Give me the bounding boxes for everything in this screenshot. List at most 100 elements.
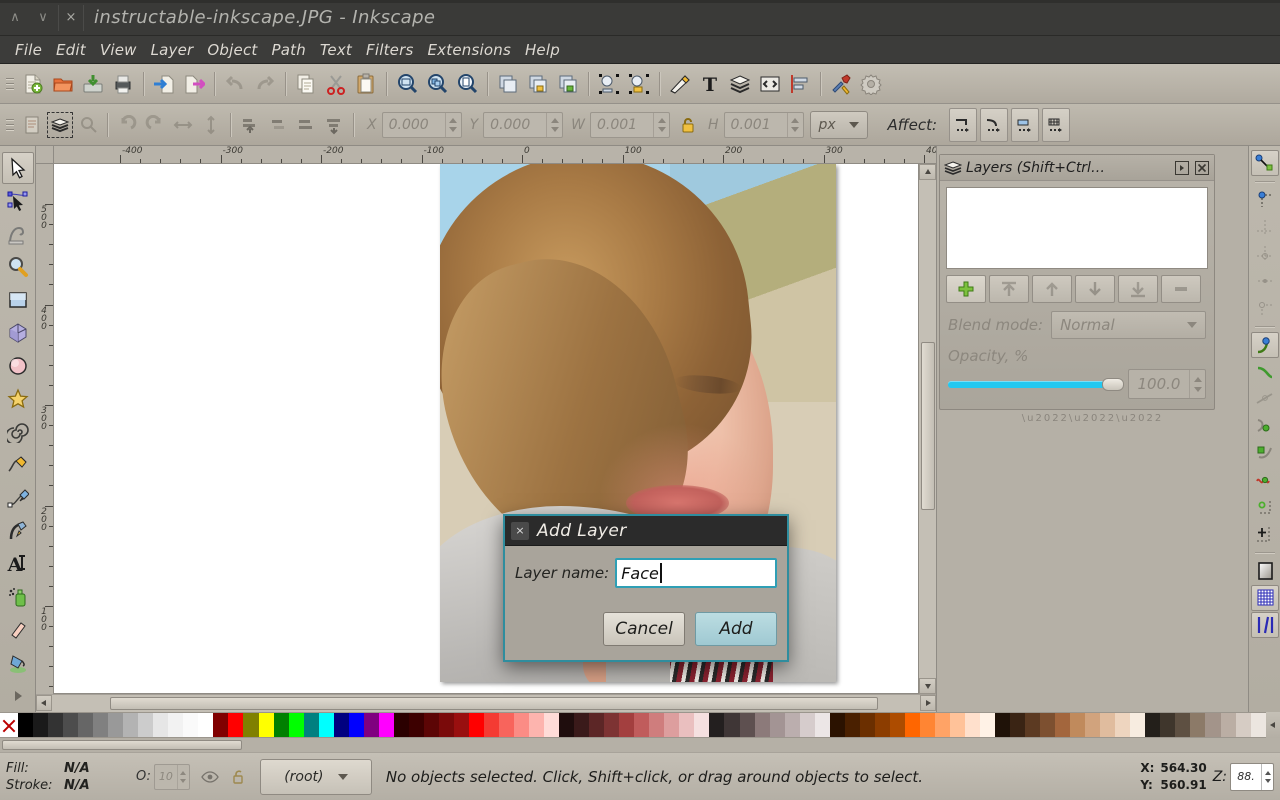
layer-name-input[interactable]: Face bbox=[615, 558, 777, 588]
color-swatch[interactable] bbox=[770, 713, 785, 737]
rotate-ccw-button[interactable] bbox=[113, 111, 141, 139]
snap-paths-button[interactable] bbox=[1251, 359, 1279, 385]
color-swatch[interactable] bbox=[664, 713, 679, 737]
lower-layer-to-bottom-button[interactable] bbox=[1118, 275, 1158, 303]
layer-list[interactable] bbox=[946, 187, 1208, 269]
preferences-button[interactable] bbox=[826, 69, 856, 99]
color-swatch[interactable] bbox=[980, 713, 995, 737]
color-swatch[interactable] bbox=[709, 713, 724, 737]
w-stepper[interactable] bbox=[653, 113, 669, 137]
affect-patterns-button[interactable] bbox=[1042, 108, 1070, 142]
zoom-input[interactable] bbox=[1231, 764, 1261, 790]
rectangle-tool[interactable] bbox=[2, 284, 34, 316]
color-swatch[interactable] bbox=[1145, 713, 1160, 737]
color-swatch[interactable] bbox=[1251, 713, 1266, 737]
lock-icon[interactable] bbox=[674, 111, 702, 139]
ungroup-button[interactable] bbox=[553, 69, 583, 99]
zoom-tool[interactable] bbox=[2, 251, 34, 283]
color-swatch[interactable] bbox=[123, 713, 138, 737]
color-swatch[interactable] bbox=[1160, 713, 1175, 737]
flip-horizontal-button[interactable] bbox=[169, 111, 197, 139]
zoom-page-button[interactable] bbox=[452, 69, 482, 99]
deselect-button[interactable] bbox=[74, 111, 102, 139]
x-field[interactable] bbox=[382, 112, 462, 138]
export-button[interactable] bbox=[179, 69, 209, 99]
snap-smooth-nodes-button[interactable] bbox=[1251, 440, 1279, 466]
color-swatch[interactable] bbox=[484, 713, 499, 737]
y-stepper[interactable] bbox=[546, 113, 562, 137]
document-properties-button[interactable] bbox=[856, 69, 886, 99]
vertical-ruler[interactable]: 500400300200100 bbox=[36, 164, 54, 694]
scroll-right-button[interactable] bbox=[920, 695, 936, 711]
snap-bbox-midpoints-button[interactable] bbox=[1251, 268, 1279, 294]
select-all-button[interactable] bbox=[18, 111, 46, 139]
color-swatch[interactable] bbox=[619, 713, 634, 737]
duplicate-button[interactable] bbox=[493, 69, 523, 99]
object-properties-button[interactable] bbox=[594, 69, 624, 99]
color-swatch[interactable] bbox=[319, 713, 334, 737]
color-swatch[interactable] bbox=[33, 713, 48, 737]
color-swatch[interactable] bbox=[724, 713, 739, 737]
color-swatch[interactable] bbox=[1100, 713, 1115, 737]
color-swatch[interactable] bbox=[604, 713, 619, 737]
status-opacity-stepper[interactable] bbox=[177, 765, 189, 789]
menu-help[interactable]: Help bbox=[518, 39, 567, 61]
color-swatch[interactable] bbox=[183, 713, 198, 737]
color-swatch[interactable] bbox=[168, 713, 183, 737]
zoom-selection-button[interactable] bbox=[392, 69, 422, 99]
enable-snapping-button[interactable] bbox=[1251, 150, 1279, 176]
new-layer-button[interactable] bbox=[946, 275, 986, 303]
w-input[interactable] bbox=[591, 113, 653, 137]
toolbar-grip[interactable] bbox=[5, 71, 15, 97]
color-swatch[interactable] bbox=[950, 713, 965, 737]
w-field[interactable] bbox=[590, 112, 670, 138]
color-swatch[interactable] bbox=[63, 713, 78, 737]
color-swatch[interactable] bbox=[108, 713, 123, 737]
tweak-tool[interactable] bbox=[2, 218, 34, 250]
close-button[interactable]: × bbox=[58, 5, 84, 31]
eraser-tool[interactable] bbox=[2, 614, 34, 646]
panel-menu-icon[interactable] bbox=[1174, 160, 1190, 176]
color-swatch[interactable] bbox=[875, 713, 890, 737]
opacity-slider-thumb[interactable] bbox=[1102, 378, 1124, 391]
color-swatch[interactable] bbox=[78, 713, 93, 737]
color-swatch[interactable] bbox=[920, 713, 935, 737]
color-swatch[interactable] bbox=[1205, 713, 1220, 737]
color-swatch[interactable] bbox=[1085, 713, 1100, 737]
color-swatch[interactable] bbox=[785, 713, 800, 737]
vertical-scrollbar[interactable] bbox=[918, 164, 936, 694]
add-layer-dialog[interactable]: × Add Layer Layer name: Face Cancel Add bbox=[503, 514, 789, 662]
zoom-field[interactable] bbox=[1230, 763, 1274, 791]
snap-grids-button[interactable] bbox=[1251, 585, 1279, 611]
scroll-left-button[interactable] bbox=[36, 695, 52, 711]
snap-guides-button[interactable] bbox=[1251, 612, 1279, 638]
color-swatch[interactable] bbox=[1221, 713, 1236, 737]
scroll-up-button[interactable] bbox=[919, 164, 936, 180]
maximize-button[interactable]: ∨ bbox=[30, 5, 56, 31]
color-swatch[interactable] bbox=[198, 713, 213, 737]
menu-view[interactable]: View bbox=[93, 39, 144, 61]
color-swatch[interactable] bbox=[1010, 713, 1025, 737]
color-swatch[interactable] bbox=[48, 713, 63, 737]
copy-button[interactable] bbox=[291, 69, 321, 99]
color-swatch[interactable] bbox=[815, 713, 830, 737]
snap-bbox-centers-button[interactable] bbox=[1251, 295, 1279, 321]
snap-path-intersections-button[interactable] bbox=[1251, 386, 1279, 412]
color-swatch[interactable] bbox=[439, 713, 454, 737]
color-swatch[interactable] bbox=[1055, 713, 1070, 737]
import-button[interactable] bbox=[149, 69, 179, 99]
color-swatch[interactable] bbox=[830, 713, 845, 737]
x-input[interactable] bbox=[383, 113, 445, 137]
pencil-tool[interactable] bbox=[2, 449, 34, 481]
snap-midpoints-button[interactable] bbox=[1251, 467, 1279, 493]
color-swatch[interactable] bbox=[995, 713, 1010, 737]
color-swatch[interactable] bbox=[138, 713, 153, 737]
color-swatch[interactable] bbox=[364, 713, 379, 737]
raise-button[interactable] bbox=[264, 111, 292, 139]
color-swatch[interactable] bbox=[1236, 713, 1251, 737]
more-tools-button[interactable] bbox=[2, 680, 34, 712]
y-field[interactable] bbox=[483, 112, 563, 138]
color-swatch[interactable] bbox=[93, 713, 108, 737]
bottom-scrollbar[interactable] bbox=[0, 738, 1280, 752]
lower-to-bottom-button[interactable] bbox=[320, 111, 348, 139]
